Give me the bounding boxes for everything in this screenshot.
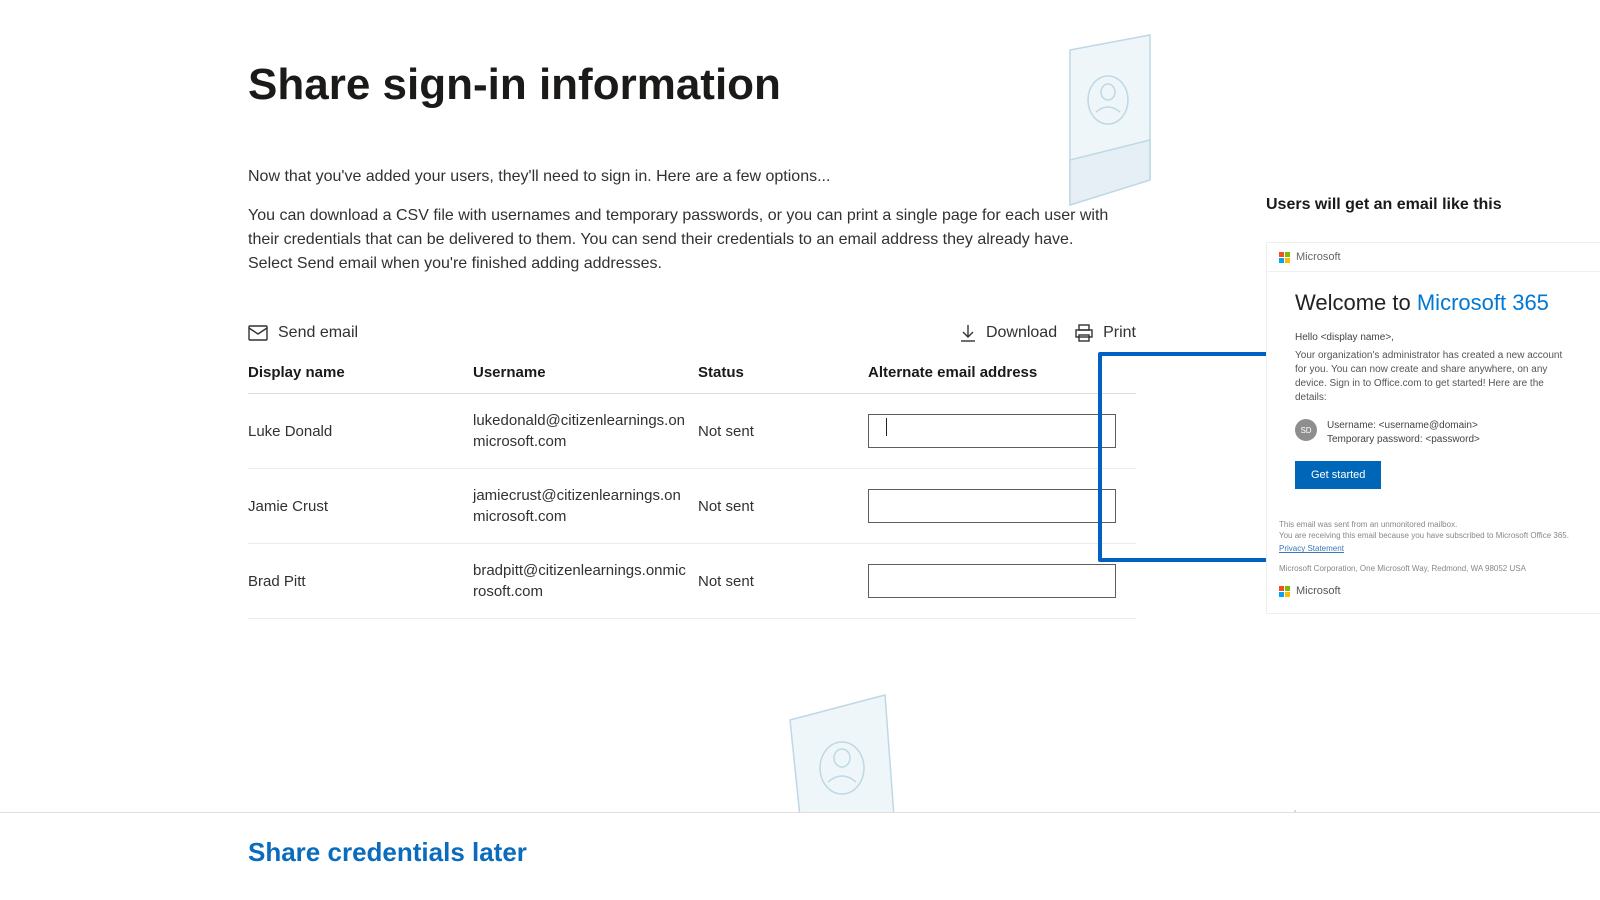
cell-display-name: Jamie Crust — [248, 469, 473, 544]
alt-email-input[interactable] — [868, 414, 1116, 448]
email-preview-footer: This email was sent from an unmonitored … — [1267, 509, 1600, 613]
avatar-icon: SD — [1295, 419, 1317, 441]
cell-status: Not sent — [698, 469, 868, 544]
email-preview-card: Microsoft Welcome to Microsoft 365 Hello… — [1266, 242, 1600, 614]
table-row: Brad Pitt bradpitt@citizenlearnings.onmi… — [248, 544, 1136, 619]
email-welcome-brand: Microsoft 365 — [1417, 290, 1549, 315]
microsoft-logo-icon — [1279, 586, 1290, 597]
email-preview-column: Users will get an email like this Micros… — [1266, 196, 1600, 614]
email-preview-welcome: Welcome to Microsoft 365 — [1295, 290, 1573, 316]
cell-alt-email — [868, 469, 1136, 544]
actions-row: Send email Download Print — [248, 324, 1136, 342]
share-credentials-later-link[interactable]: Share credentials later — [248, 837, 527, 867]
print-button[interactable]: Print — [1075, 324, 1136, 342]
intro-text-2: You can download a CSV file with usernam… — [248, 204, 1118, 276]
download-icon — [960, 324, 976, 342]
email-footer-line2: You are receiving this email because you… — [1279, 530, 1589, 541]
privacy-statement-link[interactable]: Privacy Statement — [1279, 543, 1589, 554]
alt-email-input[interactable] — [868, 489, 1116, 523]
email-welcome-prefix: Welcome to — [1295, 290, 1417, 315]
cell-username: jamiecrust@citizenlearnings.onmicrosoft.… — [473, 469, 698, 544]
preview-heading: Users will get an email like this — [1266, 196, 1600, 214]
profile-card-illustration — [1050, 30, 1160, 220]
alt-email-input[interactable] — [868, 564, 1116, 598]
print-label: Print — [1103, 324, 1136, 342]
th-username: Username — [473, 352, 698, 394]
email-footer-line1: This email was sent from an unmonitored … — [1279, 519, 1589, 530]
th-display-name: Display name — [248, 352, 473, 394]
email-preview-credentials: SD Username: <username@domain> Temporary… — [1295, 419, 1573, 447]
email-preview-brand: Microsoft — [1296, 251, 1341, 263]
send-email-button[interactable]: Send email — [248, 324, 358, 342]
table-row: Luke Donald lukedonald@citizenlearnings.… — [248, 394, 1136, 469]
send-email-label: Send email — [278, 324, 358, 342]
users-table: Display name Username Status Alternate e… — [248, 352, 1136, 619]
email-corp-line: Microsoft Corporation, One Microsoft Way… — [1279, 563, 1589, 574]
cell-username: lukedonald@citizenlearnings.onmicrosoft.… — [473, 394, 698, 469]
cell-status: Not sent — [698, 394, 868, 469]
microsoft-logo-icon — [1279, 252, 1290, 263]
cell-alt-email — [868, 394, 1136, 469]
email-password-line: Temporary password: <password> — [1327, 433, 1480, 447]
intro-text-1: Now that you've added your users, they'l… — [248, 168, 1068, 186]
cell-alt-email — [868, 544, 1136, 619]
email-preview-desc: Your organization's administrator has cr… — [1295, 349, 1573, 405]
mail-icon — [248, 325, 268, 341]
cell-username: bradpitt@citizenlearnings.onmicrosoft.co… — [473, 544, 698, 619]
email-footer-brand: Microsoft — [1296, 584, 1341, 599]
get-started-button[interactable]: Get started — [1295, 461, 1381, 489]
th-status: Status — [698, 352, 868, 394]
cell-display-name: Brad Pitt — [248, 544, 473, 619]
download-button[interactable]: Download — [960, 324, 1057, 342]
email-preview-hello: Hello <display name>, — [1295, 332, 1573, 343]
cell-status: Not sent — [698, 544, 868, 619]
print-icon — [1075, 324, 1093, 342]
th-alternate-email: Alternate email address — [868, 352, 1136, 394]
email-preview-header: Microsoft — [1267, 243, 1600, 272]
download-label: Download — [986, 324, 1057, 342]
cell-display-name: Luke Donald — [248, 394, 473, 469]
footer-bar: Share credentials later — [0, 812, 1600, 900]
text-cursor-icon — [886, 418, 887, 436]
table-row: Jamie Crust jamiecrust@citizenlearnings.… — [248, 469, 1136, 544]
page-title: Share sign-in information — [248, 60, 1600, 110]
email-username-line: Username: <username@domain> — [1327, 419, 1480, 433]
